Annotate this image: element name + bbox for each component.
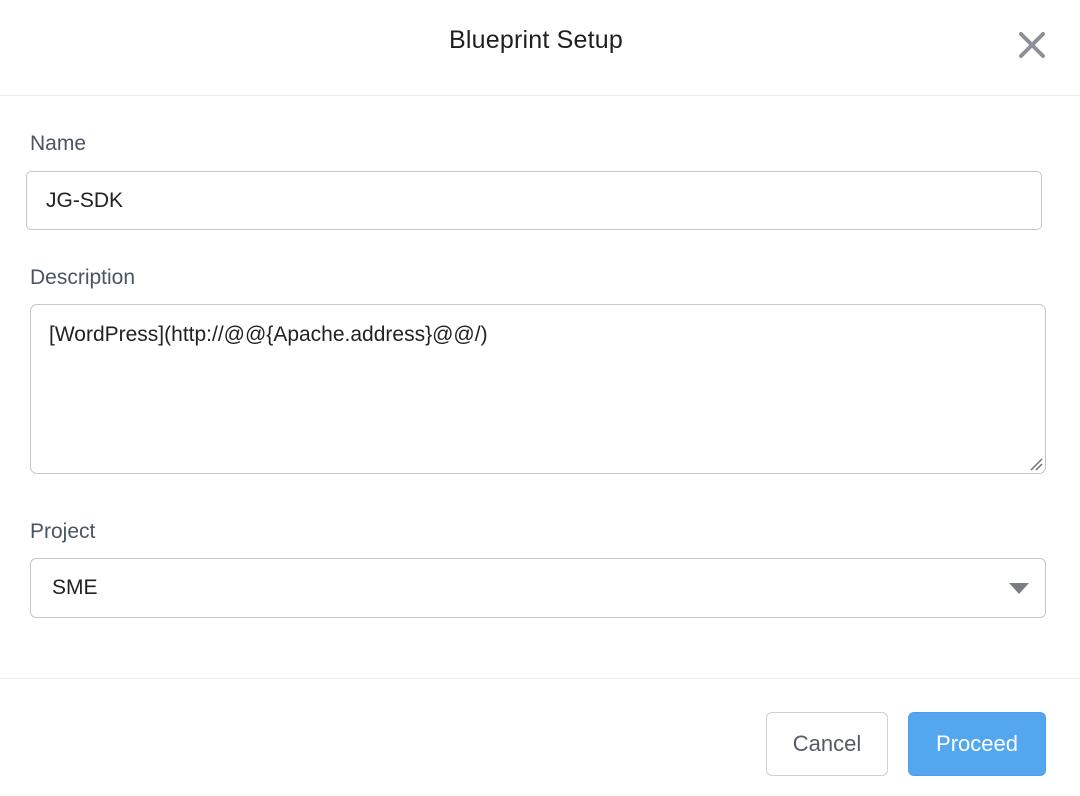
project-selected-value: SME <box>52 576 98 599</box>
cancel-button[interactable]: Cancel <box>766 712 888 776</box>
caret-down-icon <box>1009 583 1029 594</box>
name-input[interactable] <box>26 171 1042 230</box>
dialog-title: Blueprint Setup <box>449 26 623 54</box>
resize-handle-icon[interactable] <box>1028 456 1044 472</box>
project-label: Project <box>30 520 96 543</box>
dialog-header: Blueprint Setup <box>0 0 1080 96</box>
project-select[interactable]: SME <box>30 558 1046 618</box>
proceed-button[interactable]: Proceed <box>908 712 1046 776</box>
close-icon <box>1019 32 1045 58</box>
description-textarea[interactable]: [WordPress](http://@@{Apache.address}@@/… <box>30 304 1046 474</box>
close-button[interactable] <box>1014 27 1050 63</box>
description-label: Description <box>30 266 136 289</box>
blueprint-setup-dialog: Blueprint Setup Name Description [WordPr… <box>0 0 1080 796</box>
name-label: Name <box>30 132 87 155</box>
